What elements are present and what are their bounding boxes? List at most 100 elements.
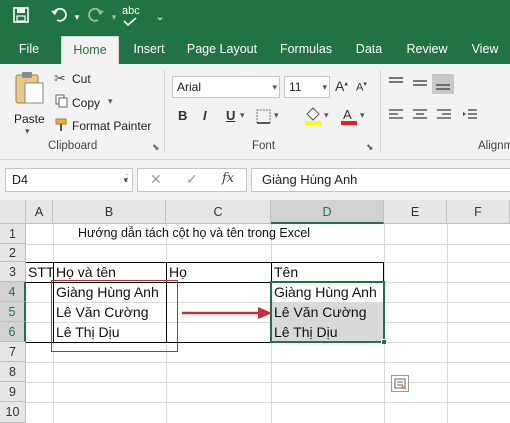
paste-icon [15,72,44,104]
bold-button[interactable]: B [178,108,187,123]
row-header-5[interactable]: 5 [0,302,26,322]
column-header-d[interactable]: D [271,200,384,224]
font-name-dropdown-icon[interactable]: ▾ [272,77,277,97]
align-center-icon[interactable] [412,108,428,125]
name-box[interactable]: D4 ▾ [5,168,133,192]
format-painter-button[interactable]: Format Painter [72,119,151,133]
ribbon-separator [380,70,381,152]
row-header-8[interactable]: 8 [0,362,26,382]
row-header-10[interactable]: 10 [0,402,26,423]
tab-page-layout[interactable]: Page Layout [182,34,262,64]
align-right-icon[interactable] [436,108,452,125]
font-size-combo[interactable]: 11 ▾ [284,76,330,98]
save-icon[interactable] [11,7,31,27]
row-header-1[interactable]: 1 [0,224,26,244]
fill-color-dropdown-icon[interactable]: ▾ [324,110,329,121]
copy-dropdown-icon[interactable]: ▾ [108,96,113,107]
align-bottom-icon[interactable] [432,74,454,94]
tab-home[interactable]: Home [61,36,119,64]
header-fullname-cell[interactable]: Họ và tên [56,264,116,280]
tab-insert[interactable]: Insert [126,34,172,64]
row-header-3[interactable]: 3 [0,262,26,282]
row-header-7[interactable]: 7 [0,342,26,362]
font-size-value: 11 [289,80,302,94]
gridline [26,244,510,245]
undo-icon[interactable] [49,7,69,27]
paste-button[interactable]: Paste ▾ [10,70,48,138]
header-lastname-cell[interactable]: Họ [169,264,187,280]
format-painter-icon[interactable] [55,118,69,135]
align-left-icon[interactable] [388,108,404,125]
alignment-group-label: Alignm [478,140,510,152]
borders-icon[interactable] [256,109,271,127]
header-stt-cell[interactable]: STT [28,264,53,280]
cut-button[interactable]: Cut [72,72,91,86]
formula-input[interactable]: Giàng Hùng Anh [251,168,510,192]
annotation-box [51,280,178,352]
insert-function-button[interactable]: fx [222,171,234,186]
row-header-2[interactable]: 2 [0,244,26,262]
cancel-icon[interactable]: ✕ [150,171,162,188]
gridline [26,362,510,363]
font-name-combo[interactable]: Arial ▾ [172,76,280,98]
formula-bar: D4 ▾ ⋮ ✕ ✓ fx Giàng Hùng Anh [0,160,510,200]
worksheet-grid[interactable]: A B C D E F 1 2 3 4 5 6 7 8 9 10 Hướng d… [0,200,510,423]
quick-analysis-icon[interactable] [391,375,409,392]
header-firstname-cell[interactable]: Tên [274,264,298,280]
font-color-icon[interactable]: A [340,106,358,129]
formula-buttons: ✕ ✓ fx [137,168,247,192]
font-launcher-icon[interactable]: ⬊ [366,142,374,153]
fill-handle[interactable] [381,339,387,345]
gridline [26,402,510,403]
column-header-f[interactable]: F [447,200,510,224]
font-size-dropdown-icon[interactable]: ▾ [322,77,327,97]
ribbon: Paste ▾ ✂ Cut Copy ▾ Format Painter Clip… [0,64,510,160]
borders-dropdown-icon[interactable]: ▾ [274,110,279,121]
enter-icon[interactable]: ✓ [186,171,198,188]
font-color-dropdown-icon[interactable]: ▾ [360,110,365,121]
tab-review[interactable]: Review [400,34,454,64]
clipboard-launcher-icon[interactable]: ⬊ [152,142,160,153]
align-top-icon[interactable] [388,76,404,93]
copy-button[interactable]: Copy [72,96,100,110]
paste-dropdown-icon: ▾ [25,126,30,136]
copy-icon[interactable] [55,94,68,111]
font-group-label: Font [252,140,276,152]
cut-icon[interactable]: ✂ [54,70,66,87]
svg-text:A: A [343,107,352,122]
grow-font-icon[interactable]: A▴ [335,78,348,94]
quick-access-toolbar: ▾ ▾ abc ⌄ [0,0,510,34]
sheet-title-cell[interactable]: Hướng dẫn tách cột họ và tên trong Excel [78,226,310,240]
clipboard-group-label: Clipboard [48,140,98,152]
ribbon-separator [164,70,165,152]
column-header-b[interactable]: B [53,200,166,224]
customize-qat-icon[interactable]: ⌄ [150,7,170,27]
italic-button[interactable]: I [203,108,207,123]
row-header-4[interactable]: 4 [0,282,26,302]
tab-formulas[interactable]: Formulas [274,34,338,64]
underline-button[interactable]: U [226,108,235,123]
align-middle-icon[interactable] [412,76,428,93]
gridline [447,224,448,423]
column-header-e[interactable]: E [384,200,447,224]
formula-bar-grip-icon[interactable]: ⋮ [122,173,132,184]
tab-data[interactable]: Data [348,34,390,64]
row-header-6[interactable]: 6 [0,322,26,342]
undo-dropdown-icon[interactable]: ▾ [67,7,87,27]
selection-border [270,281,385,343]
column-header-c[interactable]: C [166,200,271,224]
arrow-icon [182,307,272,319]
select-all-corner[interactable] [0,200,26,224]
gridline [26,382,510,383]
row-header-9[interactable]: 9 [0,382,26,402]
tab-file[interactable]: File [8,34,50,64]
name-box-value: D4 [12,173,28,187]
underline-dropdown-icon[interactable]: ▾ [240,110,245,121]
tab-view[interactable]: View [464,34,506,64]
shrink-font-icon[interactable]: A▾ [356,80,367,94]
spelling-icon[interactable]: abc [120,5,144,27]
column-header-a[interactable]: A [26,200,53,224]
fill-color-icon[interactable] [304,106,322,129]
indent-icon[interactable] [462,108,478,125]
redo-icon[interactable] [86,7,106,27]
